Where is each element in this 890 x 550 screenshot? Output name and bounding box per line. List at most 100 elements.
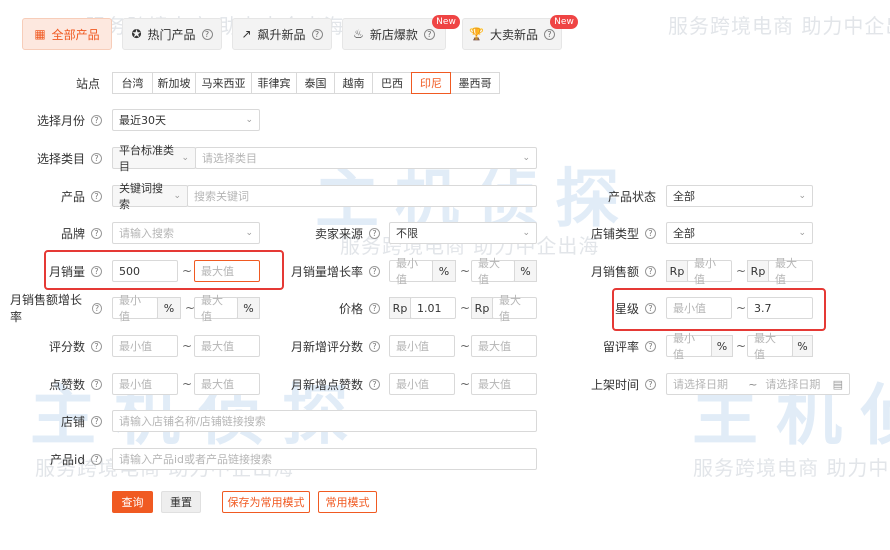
new-reviews-label: 月新增评分数? [286,335,380,357]
monthly-revenue-min-input[interactable]: 最小值 [687,257,732,286]
price-max-input[interactable]: 最大值 [492,294,537,323]
chevron-down-icon: ⌄ [522,153,530,163]
new-likes-max-input[interactable]: 最大值 [471,373,537,395]
tab-bestseller-new[interactable]: 🏆 大卖新品 ? [462,18,562,50]
common-mode-button[interactable]: 常用模式 [318,491,377,513]
range-separator: ~ [182,339,193,353]
rp-prefix: Rp [471,297,493,319]
help-icon[interactable]: ? [311,28,323,40]
retention-min-input[interactable]: 最小值 [666,332,712,361]
listed-time-range[interactable]: 请选择日期 ~ 请选择日期 ▤ [666,373,850,395]
product-id-label: 产品id? [20,448,102,470]
product-search-type-select[interactable]: 关键词搜索 ⌄ [112,182,188,211]
help-icon[interactable]: ? [645,265,656,277]
site-option[interactable]: 越南 [334,72,373,94]
likes-max-input[interactable]: 最大值 [194,373,260,395]
trophy-icon: 🏆 [469,27,484,41]
seller-source-select[interactable]: 不限 ⌄ [389,222,537,244]
monthly-sales-growth-min-input[interactable]: 最小值 [389,257,433,286]
product-keyword-input[interactable]: 搜索关键词 [187,185,537,207]
help-icon[interactable]: ? [645,302,656,314]
help-icon[interactable]: ? [369,265,380,277]
help-icon[interactable]: ? [369,227,380,239]
percent-addon: % [157,297,181,319]
revenue-growth-max-input[interactable]: 最大值 [194,294,238,323]
help-icon[interactable]: ? [645,227,656,239]
help-icon[interactable]: ? [91,302,102,314]
help-icon[interactable]: ? [423,28,435,40]
product-status-select[interactable]: 全部 ⌄ [666,185,813,207]
category-select[interactable]: 请选择类目 ⌄ [195,147,537,169]
help-icon[interactable]: ? [369,378,380,390]
tab-hot-products[interactable]: ✪ 热门产品 ? [122,18,222,50]
site-option[interactable]: 墨西哥 [450,72,500,94]
save-mode-button[interactable]: 保存为常用模式 [222,491,310,513]
monthly-revenue-max-input[interactable]: 最大值 [768,257,813,286]
monthly-revenue-label: 月销售额? [580,260,656,282]
reviews-max-input[interactable]: 最大值 [194,335,260,357]
help-icon[interactable]: ? [91,227,102,239]
help-icon[interactable]: ? [201,28,213,40]
range-separator: ~ [748,377,758,391]
category-type-select[interactable]: 平台标准类目 ⌄ [112,144,196,173]
rating-min-input[interactable]: 最小值 [666,297,732,319]
rp-prefix: Rp [747,260,769,282]
site-option[interactable]: 新加坡 [152,72,196,94]
likes-min-input[interactable]: 最小值 [112,373,178,395]
shop-label: 店铺? [20,410,102,432]
help-icon[interactable]: ? [91,415,102,427]
help-icon[interactable]: ? [91,453,102,465]
site-option[interactable]: 印尼 [411,72,451,94]
help-icon[interactable]: ? [369,302,380,314]
tab-all-products[interactable]: ▦ 全部产品 [22,18,112,50]
percent-addon: % [792,335,813,357]
rp-prefix: Rp [666,260,688,282]
retention-max-input[interactable]: 最大值 [747,332,793,361]
monthly-sales-growth-label: 月销量增长率? [286,260,380,282]
monthly-sales-max-input[interactable]: 最大值 [194,260,260,282]
site-option[interactable]: 马来西亚 [195,72,252,94]
range-separator: ~ [460,301,471,315]
query-button[interactable]: 查询 [112,491,153,513]
help-icon[interactable]: ? [645,378,656,390]
help-icon[interactable]: ? [91,378,102,390]
help-icon[interactable]: ? [369,340,380,352]
shop-search-input[interactable]: 请输入店铺名称/店铺链接搜索 [112,410,537,432]
new-reviews-min-input[interactable]: 最小值 [389,335,455,357]
shop-type-select[interactable]: 全部 ⌄ [666,222,813,244]
rating-max-input[interactable]: 3.7 [747,297,813,319]
monthly-sales-growth-max-input[interactable]: 最大值 [471,257,515,286]
help-icon[interactable]: ? [91,114,102,126]
reviews-min-input[interactable]: 最小值 [112,335,178,357]
help-icon[interactable]: ? [91,190,102,202]
range-separator: ~ [736,339,747,353]
month-select[interactable]: 最近30天 ⌄ [112,109,260,131]
percent-addon: % [711,335,733,357]
help-icon[interactable]: ? [543,28,555,40]
reset-button[interactable]: 重置 [161,491,201,513]
help-icon[interactable]: ? [91,265,102,277]
tab-label: 热门产品 [147,27,196,42]
product-id-input[interactable]: 请输入产品id或者产品链接搜索 [112,448,537,470]
price-min-input[interactable]: 1.01 [410,297,456,319]
site-option[interactable]: 菲律宾 [251,72,297,94]
new-reviews-max-input[interactable]: 最大值 [471,335,537,357]
new-likes-label: 月新增点赞数? [286,373,380,395]
revenue-growth-min-input[interactable]: 最小值 [112,294,158,323]
range-separator: ~ [460,377,471,391]
site-option[interactable]: 泰国 [296,72,335,94]
monthly-sales-min-input[interactable]: 500 [112,260,178,282]
new-likes-min-input[interactable]: 最小值 [389,373,455,395]
help-icon[interactable]: ? [91,340,102,352]
help-icon[interactable]: ? [91,152,102,164]
rp-prefix: Rp [389,297,411,319]
watermark-text: 服务跨境电商 助力中企出海 [668,14,890,38]
help-icon[interactable]: ? [645,340,656,352]
site-option[interactable]: 巴西 [372,72,412,94]
rating-label: 星级? [580,297,656,319]
tab-rising-new[interactable]: ↗ 飙升新品 ? [232,18,332,50]
site-option[interactable]: 台湾 [112,72,153,94]
brand-select[interactable]: 请输入搜索 ⌄ [112,222,260,244]
tab-new-shop-hits[interactable]: ♨ 新店爆款 ? [342,18,446,50]
percent-addon: % [514,260,537,282]
